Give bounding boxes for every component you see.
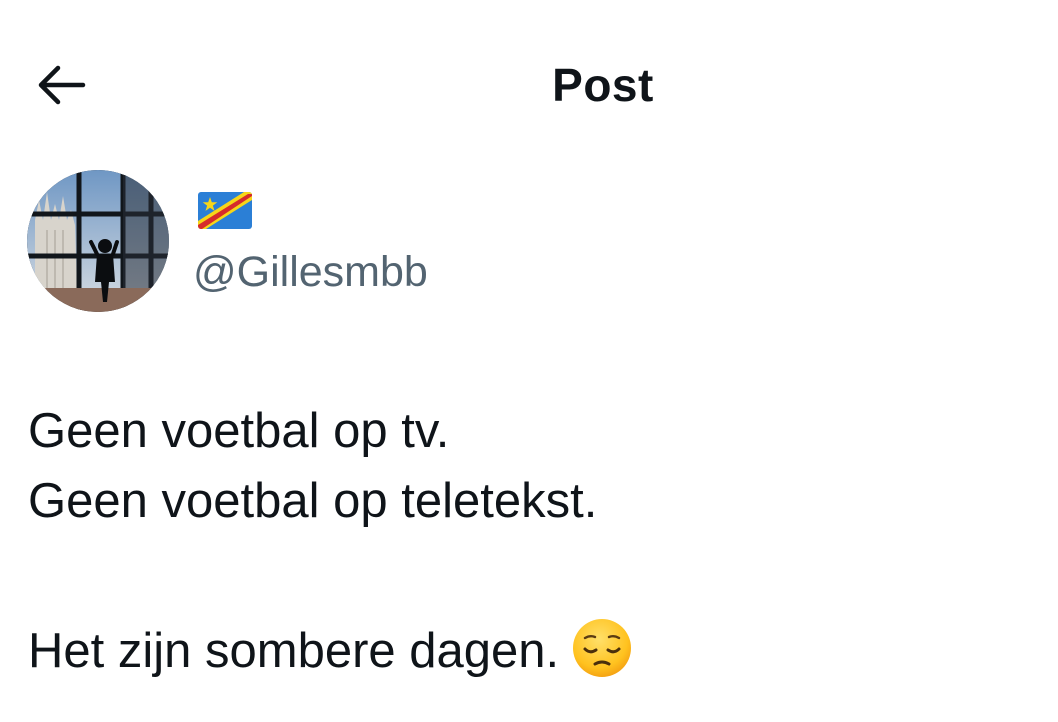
profile-photo <box>27 170 169 312</box>
post-text: Geen voetbal op tv. Geen voetbal op tele… <box>28 396 1028 686</box>
top-bar: Post <box>0 0 1058 170</box>
flag-dr-congo-emoji <box>198 192 252 229</box>
post-line: Geen voetbal op tv. <box>28 404 450 458</box>
page-title: Post <box>552 59 654 111</box>
post-blank-line <box>28 536 1028 616</box>
pensive-face-emoji <box>571 617 633 679</box>
post-line: Geen voetbal op teletekst. <box>28 474 598 528</box>
author-handle[interactable]: @Gillesmbb <box>193 248 428 297</box>
post-author: @Gillesmbb <box>27 170 1027 315</box>
post-last-line: Het zijn sombere dagen. <box>28 616 1028 686</box>
avatar[interactable] <box>27 170 169 312</box>
post-line-text: Het zijn sombere dagen. <box>28 624 560 678</box>
